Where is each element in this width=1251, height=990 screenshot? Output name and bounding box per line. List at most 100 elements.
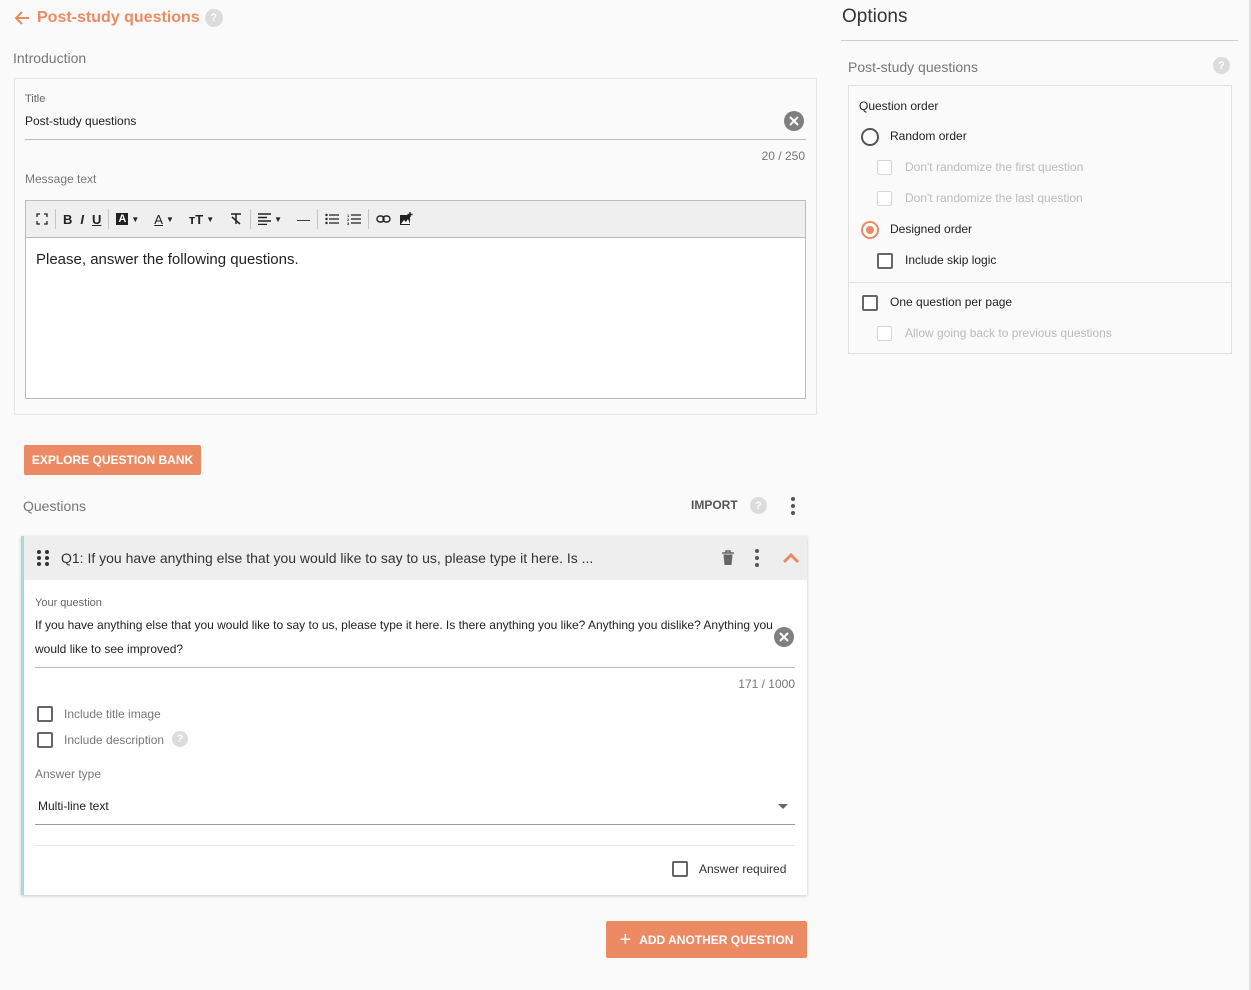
options-divider (841, 40, 1238, 41)
dont-randomize-first-checkbox[interactable] (877, 160, 892, 175)
allow-going-back-checkbox[interactable] (877, 326, 892, 341)
question-card: Q1: If you have anything else that you w… (21, 536, 807, 895)
dont-randomize-first-label: Don't randomize the first question (905, 160, 1084, 174)
help-icon[interactable]: ? (1213, 57, 1230, 74)
help-icon[interactable]: ? (204, 9, 223, 27)
question-text-line-1[interactable]: If you have anything else that you would… (35, 618, 773, 632)
toolbar-gap (221, 209, 222, 229)
answer-type-underline (35, 824, 795, 825)
title-counter: 20 / 250 (761, 149, 805, 163)
question-text-line-2[interactable]: would like to see improved? (35, 642, 183, 656)
caret-icon: ▼ (206, 214, 215, 224)
toolbar-gap (181, 209, 182, 229)
import-button[interactable]: IMPORT (691, 498, 738, 512)
title-underline (25, 139, 806, 140)
underline-button[interactable]: U (88, 207, 105, 231)
trash-icon[interactable] (719, 549, 737, 567)
highlight-icon: A (116, 213, 129, 225)
image-icon[interactable] (395, 207, 417, 231)
options-card: Question order Random order Don't random… (848, 85, 1232, 354)
chevron-up-icon[interactable] (781, 549, 801, 569)
add-another-question-button[interactable]: + ADD ANOTHER QUESTION (606, 921, 807, 958)
your-question-label: Your question (35, 597, 102, 609)
title-field[interactable]: Post-study questions (25, 114, 136, 128)
font-size-button[interactable]: тT ▼ (185, 207, 218, 231)
plus-icon: + (619, 928, 632, 951)
question-order-label: Question order (859, 99, 939, 113)
question-more-icon[interactable] (749, 548, 765, 568)
toolbar-separator (368, 209, 370, 229)
question-card-header[interactable]: Q1: If you have anything else that you w… (24, 536, 807, 580)
font-size-icon: тT (188, 211, 204, 227)
options-section-label: Post-study questions (848, 59, 978, 75)
question-counter: 171 / 1000 (738, 677, 795, 691)
horizontal-rule-button[interactable]: — (293, 207, 314, 231)
questions-more-icon[interactable] (785, 496, 801, 516)
include-title-image-checkbox[interactable] (37, 706, 53, 722)
toolbar-separator (317, 209, 319, 229)
toolbar-separator (250, 209, 252, 229)
include-description-label: Include description (64, 733, 165, 747)
font-color-icon: A (154, 211, 163, 227)
question-header-title: Q1: If you have anything else that you w… (61, 550, 594, 566)
dont-randomize-last-label: Don't randomize the last question (905, 191, 1083, 205)
toolbar-gap (289, 209, 290, 229)
divider (35, 845, 795, 846)
message-text-label: Message text (25, 172, 97, 186)
introduction-card: Title Post-study questions 20 / 250 Mess… (14, 78, 817, 415)
toolbar-separator (108, 209, 110, 229)
question-underline (35, 667, 795, 668)
help-icon[interactable]: ? (172, 731, 188, 747)
align-icon (258, 213, 272, 225)
random-order-label: Random order (890, 129, 967, 143)
answer-required-checkbox[interactable] (672, 861, 688, 877)
clear-title-icon[interactable] (784, 111, 804, 131)
dont-randomize-last-checkbox[interactable] (877, 191, 892, 206)
include-description-checkbox[interactable] (37, 732, 53, 748)
answer-required-label: Answer required (699, 862, 787, 876)
numbered-list-icon[interactable]: 123 (343, 207, 365, 231)
introduction-label: Introduction (13, 50, 87, 66)
clear-question-icon[interactable] (774, 627, 794, 647)
questions-label: Questions (23, 498, 87, 514)
random-order-radio[interactable] (861, 128, 879, 146)
caret-icon: ▼ (274, 214, 283, 224)
highlight-color-button[interactable]: A ▼ (112, 207, 143, 231)
answer-type-label: Answer type (35, 767, 102, 781)
options-divider (849, 282, 1231, 283)
allow-going-back-label: Allow going back to previous questions (905, 326, 1112, 340)
bullet-list-icon[interactable] (321, 207, 343, 231)
svg-text:3: 3 (347, 221, 350, 225)
align-button[interactable]: ▼ (254, 207, 286, 231)
drag-handle-icon[interactable] (37, 550, 49, 566)
add-another-question-label: ADD ANOTHER QUESTION (639, 932, 794, 947)
editor-toolbar: B I U A ▼ A ▼ тT ▼ ▼ — 123 (25, 200, 806, 238)
include-skip-logic-checkbox[interactable] (877, 253, 893, 269)
toolbar-gap (146, 209, 147, 229)
include-skip-logic-label: Include skip logic (905, 253, 997, 267)
italic-button[interactable]: I (76, 207, 88, 231)
designed-order-radio[interactable] (861, 221, 879, 239)
page-title: Post-study questions (37, 9, 200, 26)
page-header: Post-study questions ? (12, 6, 223, 30)
font-color-button[interactable]: A ▼ (150, 207, 178, 231)
one-question-per-page-checkbox[interactable] (862, 295, 878, 311)
include-title-image-label: Include title image (64, 707, 161, 721)
dropdown-arrow-icon[interactable] (778, 804, 788, 809)
back-arrow-icon[interactable] (12, 8, 32, 28)
link-icon[interactable] (372, 207, 395, 231)
message-editor[interactable]: Please, answer the following questions. (25, 237, 806, 399)
caret-icon: ▼ (131, 214, 140, 224)
fullscreen-icon[interactable] (32, 207, 52, 231)
options-title: Options (842, 6, 908, 27)
answer-type-select[interactable]: Multi-line text (38, 799, 109, 813)
bold-button[interactable]: B (59, 207, 76, 231)
title-field-label: Title (25, 93, 46, 105)
caret-icon: ▼ (165, 214, 174, 224)
explore-question-bank-button[interactable]: EXPLORE QUESTION BANK (24, 445, 201, 475)
clear-format-icon[interactable] (225, 207, 247, 231)
one-question-per-page-label: One question per page (890, 295, 1013, 309)
help-icon[interactable]: ? (750, 497, 767, 514)
designed-order-label: Designed order (890, 222, 973, 236)
toolbar-separator (55, 209, 56, 229)
